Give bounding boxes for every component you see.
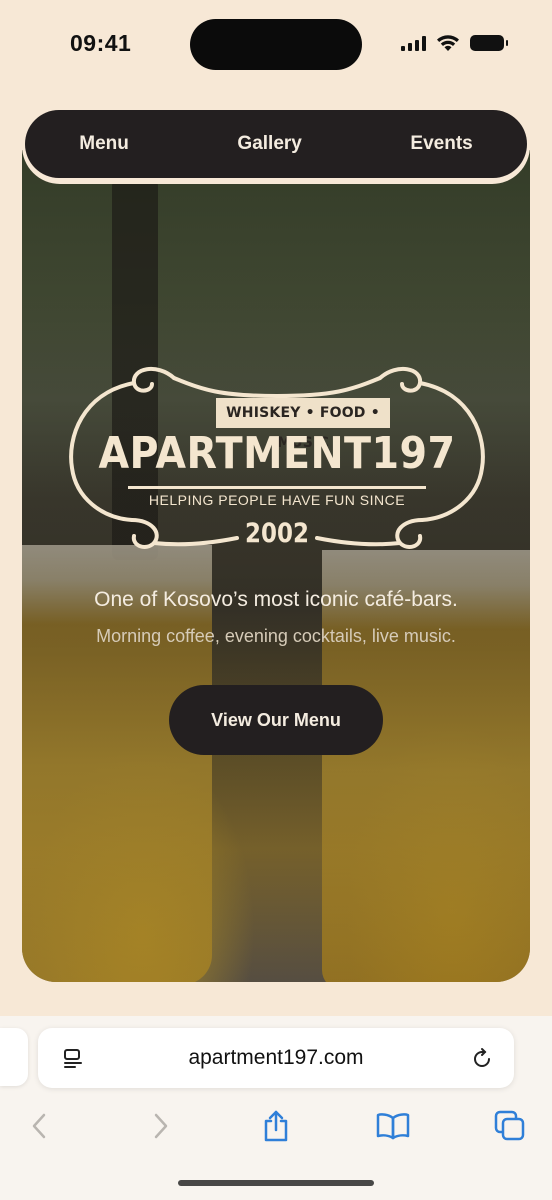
dynamic-island [190, 19, 362, 70]
browser-toolbar [0, 1106, 552, 1146]
tabs-icon [494, 1110, 525, 1141]
forward-icon [154, 1113, 168, 1139]
tabs-button[interactable] [490, 1106, 530, 1146]
back-button[interactable] [20, 1106, 60, 1146]
nav-link-gallery[interactable]: Gallery [217, 133, 321, 155]
cellular-signal-icon [401, 35, 426, 51]
status-time: 09:41 [70, 30, 132, 56]
status-icons [401, 34, 508, 52]
share-button[interactable] [256, 1106, 296, 1146]
url-text[interactable]: apartment197.com [38, 1028, 514, 1088]
logo-tagline: HELPING PEOPLE HAVE FUN SINCE [148, 492, 406, 508]
logo-divider [128, 486, 426, 489]
logo-wordmark: APARTMENT197 [98, 428, 456, 479]
top-nav-bar: Menu Gallery Events [25, 110, 527, 178]
nav-link-menu[interactable]: Menu [59, 133, 149, 155]
view-menu-button[interactable]: View Our Menu [169, 685, 383, 755]
address-bar[interactable]: apartment197.com [38, 1028, 514, 1088]
logo-year: 2002 [245, 518, 309, 549]
nav-link-events[interactable]: Events [390, 133, 492, 155]
top-nav: Menu Gallery Events [22, 108, 530, 184]
forward-button[interactable] [140, 1106, 180, 1146]
home-indicator [178, 1180, 374, 1186]
bookmarks-icon [376, 1113, 410, 1140]
browser-bottom-bar: apartment197.com [0, 1016, 552, 1200]
hero-headline: One of Kosovo’s most iconic café-bars. [94, 588, 458, 611]
bookmarks-button[interactable] [373, 1106, 413, 1146]
reload-icon[interactable] [470, 1046, 494, 1070]
battery-icon [470, 35, 508, 51]
back-icon [32, 1113, 46, 1139]
wifi-icon [437, 35, 459, 51]
logo-banner: WHISKEY • FOOD • MUSIC [216, 398, 390, 451]
share-icon [264, 1110, 288, 1142]
previous-tab-peek[interactable] [0, 1028, 28, 1086]
hero-subline: Morning coffee, evening cocktails, live … [96, 626, 456, 646]
status-bar: 09:41 [0, 0, 552, 92]
hero-section: WHISKEY • FOOD • MUSIC APARTMENT197 HELP… [22, 150, 530, 982]
hero-overlay [22, 150, 530, 982]
brand-logo[interactable]: WHISKEY • FOOD • MUSIC APARTMENT197 HELP… [62, 358, 492, 558]
